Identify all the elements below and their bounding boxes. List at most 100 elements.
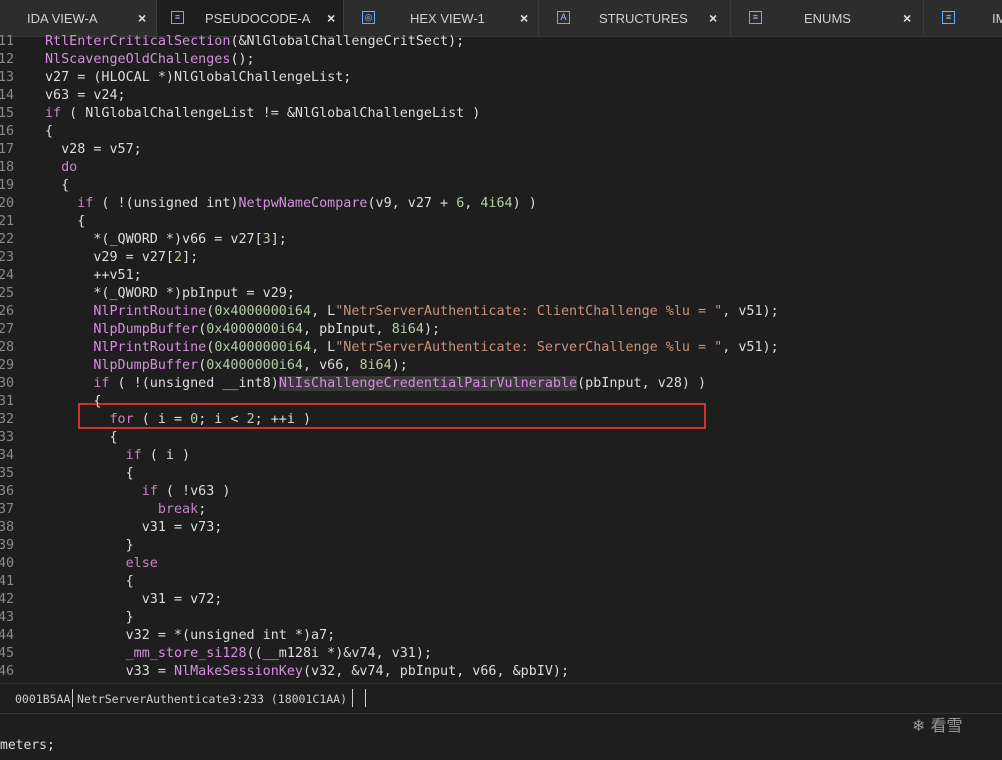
code-line[interactable]: 41 { <box>0 573 1002 591</box>
code-line[interactable]: 34 if ( i ) <box>0 447 1002 465</box>
line-number: 42 <box>0 592 15 607</box>
code-line[interactable]: 35 { <box>0 465 1002 483</box>
code-line[interactable]: 19 { <box>0 177 1002 195</box>
tab-view-icon: ◎ <box>362 11 375 24</box>
code-line[interactable]: 39 } <box>0 537 1002 555</box>
code-line[interactable]: 30 if ( !(unsigned __int8)NlIsChallengeC… <box>0 375 1002 393</box>
code-text: { <box>45 394 102 409</box>
code-text: } <box>45 610 134 625</box>
code-line[interactable]: 26 NlPrintRoutine(0x4000000i64, L"NetrSe… <box>0 303 1002 321</box>
code-line[interactable]: 15 if ( NlGlobalChallengeList != &NlGloba… <box>0 105 1002 123</box>
code-line[interactable]: 11 RtlEnterCriticalSection(&NlGlobalChall… <box>0 33 1002 51</box>
code-text: v63 = v24; <box>45 88 126 103</box>
line-number: 31 <box>0 394 15 409</box>
pseudocode-view[interactable]: 11 RtlEnterCriticalSection(&NlGlobalChall… <box>0 33 1002 683</box>
output-window[interactable]: meters; <box>0 713 1002 760</box>
line-number: 26 <box>0 304 15 319</box>
line-number: 46 <box>0 664 15 679</box>
code-line[interactable]: 43 } <box>0 609 1002 627</box>
code-line[interactable]: 16 { <box>0 123 1002 141</box>
code-text: NlScavengeOldChallenges(); <box>45 52 255 67</box>
code-text: if ( !v63 ) <box>141 484 231 499</box>
code-line[interactable]: 37 break; <box>0 501 1002 519</box>
code-line[interactable]: 14 v63 = v24; <box>0 87 1002 105</box>
code-text: v31 = v73; <box>45 520 223 535</box>
code-line[interactable]: 21 { <box>0 213 1002 231</box>
code-line[interactable]: 45 _mm_store_si128((__m128i *)&v74, v31)… <box>0 645 1002 663</box>
line-number: 19 <box>0 178 15 193</box>
code-text: *(_QWORD *)v66 = v27[3]; <box>45 232 287 247</box>
tab-enums[interactable]: ≡ ENUMS × <box>731 0 924 36</box>
line-number: 14 <box>0 88 15 103</box>
line-number: 11 <box>0 34 15 49</box>
code-text: NlPrintRoutine(0x4000000i64, L"NetrServe… <box>93 340 779 355</box>
tab-view-icon: A <box>557 11 570 24</box>
code-text: v33 = NlMakeSessionKey(v32, &v74, pbInpu… <box>45 664 570 679</box>
line-number: 18 <box>0 160 15 175</box>
code-text: v27 = (HLOCAL *)NlGlobalChallengeList; <box>45 70 352 85</box>
tab-bar: IDA VIEW-A × ≡ PSEUDOCODE-A × ◎ HEX VIEW-1 × A ST… <box>0 0 1002 37</box>
code-line[interactable]: 23 v29 = v27[2]; <box>0 249 1002 267</box>
code-line[interactable]: 12 NlScavengeOldChallenges(); <box>0 51 1002 69</box>
code-line[interactable]: 17 v28 = v57; <box>0 141 1002 159</box>
code-text: _mm_store_si128((__m128i *)&v74, v31); <box>125 646 432 661</box>
code-text: for ( i = 0; i < 2; ++i ) <box>109 412 312 427</box>
tab-view-icon: ≡ <box>171 11 184 24</box>
code-text: { <box>45 574 134 589</box>
line-number: 38 <box>0 520 15 535</box>
line-number: 33 <box>0 430 15 445</box>
code-line[interactable]: 27 NlpDumpBuffer(0x4000000i64, pbInput, … <box>0 321 1002 339</box>
code-line[interactable]: 22 *(_QWORD *)v66 = v27[3]; <box>0 231 1002 249</box>
tab-structures[interactable]: A STRUCTURES × <box>539 0 731 36</box>
code-line[interactable]: 24 ++v51; <box>0 267 1002 285</box>
code-line[interactable]: 36 if ( !v63 ) <box>0 483 1002 501</box>
code-line[interactable]: 20 if ( !(unsigned int)NetpwNameCompare(… <box>0 195 1002 213</box>
close-icon[interactable]: × <box>709 10 717 26</box>
code-line[interactable]: 46 v33 = NlMakeSessionKey(v32, &v74, pbI… <box>0 663 1002 681</box>
code-text: break; <box>157 502 207 517</box>
line-number: 21 <box>0 214 15 229</box>
code-text: v32 = *(unsigned int *)a7; <box>45 628 336 643</box>
code-line[interactable]: 33 { <box>0 429 1002 447</box>
code-line[interactable]: 31 { <box>0 393 1002 411</box>
code-text: if ( i ) <box>125 448 191 463</box>
status-separator <box>72 689 73 707</box>
code-line[interactable]: 44 v32 = *(unsigned int *)a7; <box>0 627 1002 645</box>
code-text: NlPrintRoutine(0x4000000i64, L"NetrServe… <box>93 304 779 319</box>
code-line[interactable]: 40 else <box>0 555 1002 573</box>
code-text: v31 = v72; <box>45 592 223 607</box>
line-number: 37 <box>0 502 15 517</box>
code-line[interactable]: 25 *(_QWORD *)pbInput = v29; <box>0 285 1002 303</box>
code-line[interactable]: 38 v31 = v73; <box>0 519 1002 537</box>
tab-im[interactable]: ≡ IM <box>924 0 1002 36</box>
code-line[interactable]: 32 for ( i = 0; i < 2; ++i ) <box>0 411 1002 429</box>
status-function: NetrServerAuthenticate3:233 (18001C1AA) <box>77 692 348 706</box>
line-number: 44 <box>0 628 15 643</box>
line-number: 17 <box>0 142 15 157</box>
code-text: NlpDumpBuffer(0x4000000i64, v66, 8i64); <box>93 358 408 373</box>
tab-view-icon: ≡ <box>749 11 762 24</box>
close-icon[interactable]: × <box>327 10 335 26</box>
code-line[interactable]: 18 do <box>0 159 1002 177</box>
line-number: 36 <box>0 484 15 499</box>
tab-ida-view-a[interactable]: IDA VIEW-A × <box>0 0 157 36</box>
code-line[interactable]: 42 v31 = v72; <box>0 591 1002 609</box>
line-number: 22 <box>0 232 15 247</box>
status-address: 0001B5AA <box>15 692 71 706</box>
code-line[interactable]: 13 v27 = (HLOCAL *)NlGlobalChallengeList; <box>0 69 1002 87</box>
line-number: 39 <box>0 538 15 553</box>
code-text: else <box>125 556 158 571</box>
code-text: if ( !(unsigned __int8)NlIsChallengeCred… <box>93 376 707 391</box>
tab-label: STRUCTURES <box>599 11 688 26</box>
tab-label: HEX VIEW-1 <box>410 11 485 26</box>
tab-pseudocode-a[interactable]: ≡ PSEUDOCODE-A × <box>157 0 344 36</box>
tab-label: IDA VIEW-A <box>27 11 98 26</box>
tab-label: ENUMS <box>804 11 851 26</box>
close-icon[interactable]: × <box>903 10 911 26</box>
close-icon[interactable]: × <box>520 10 528 26</box>
code-line[interactable]: 29 NlpDumpBuffer(0x4000000i64, v66, 8i64… <box>0 357 1002 375</box>
close-icon[interactable]: × <box>138 10 146 26</box>
tab-hex-view-1[interactable]: ◎ HEX VIEW-1 × <box>344 0 539 36</box>
code-text: { <box>45 178 70 193</box>
code-line[interactable]: 28 NlPrintRoutine(0x4000000i64, L"NetrSe… <box>0 339 1002 357</box>
